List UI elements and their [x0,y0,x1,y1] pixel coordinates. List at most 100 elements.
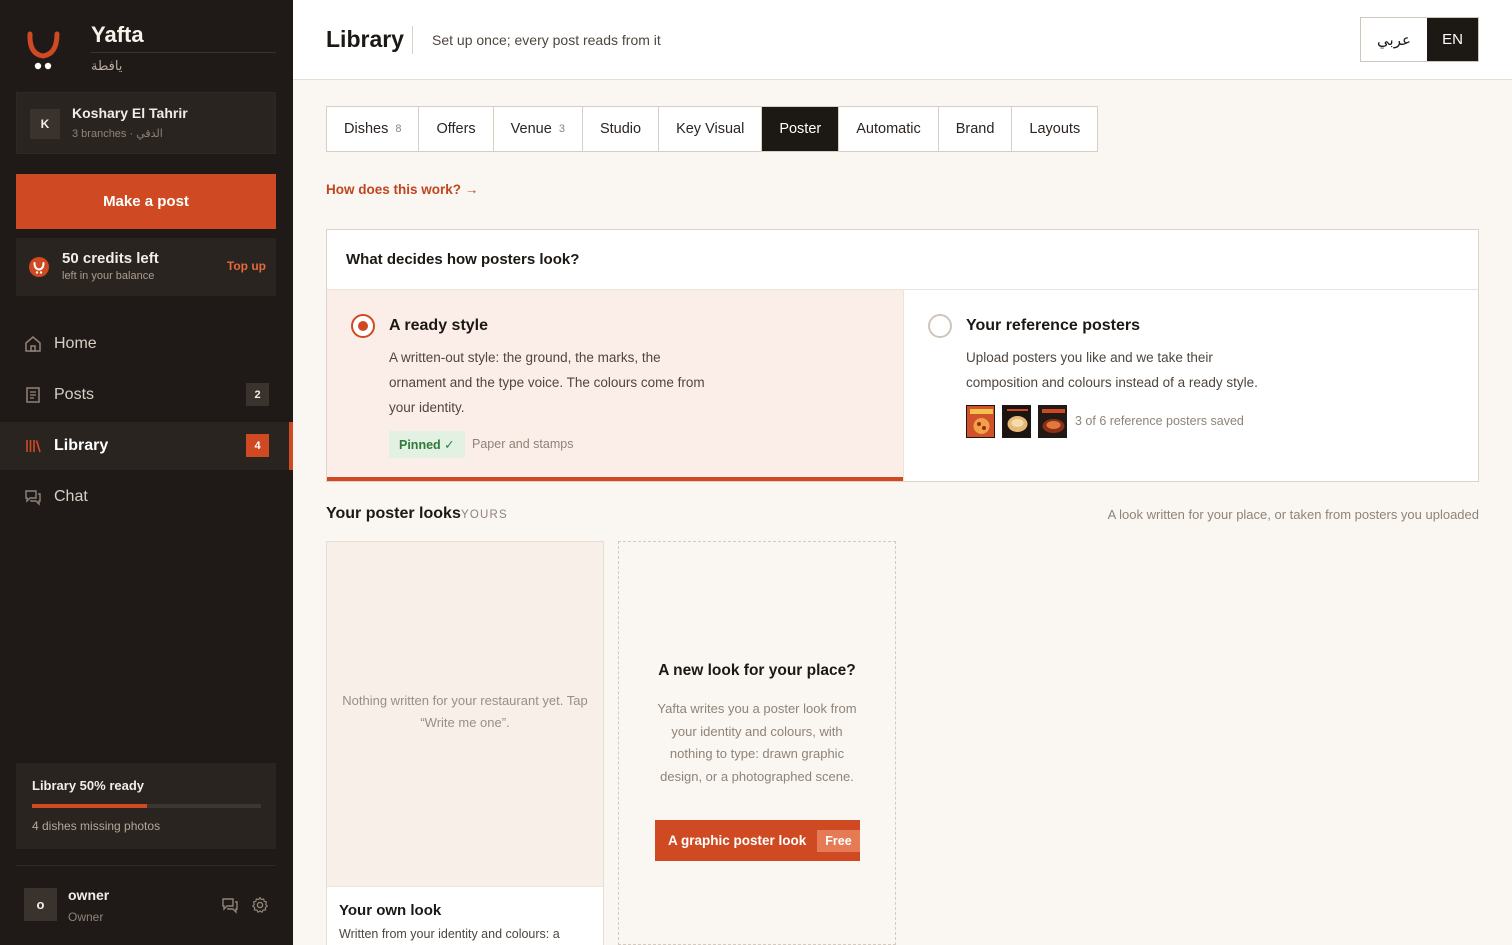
account-name: Koshary El Tahrir [72,105,188,121]
panel-header: What decides how posters look? [327,230,1478,290]
messages-icon[interactable] [221,896,239,914]
button-label: A graphic poster look [668,833,807,848]
own-look-card[interactable]: Nothing written for your restaurant yet.… [326,541,604,945]
language-arabic-button[interactable]: عربي [1361,18,1427,61]
pinned-style-name: Paper and stamps [472,437,574,451]
tab-studio[interactable]: Studio [583,107,660,151]
sidebar: Yafta يافطة K Koshary El Tahrir 3 branch… [0,0,293,945]
account-branches: 3 branches · الدقي [72,128,163,140]
top-up-link[interactable]: Top up [227,259,266,273]
tab-label: Dishes [344,121,389,137]
option-description: A written-out style: the ground, the mar… [389,350,705,415]
library-progress-fill [32,804,147,808]
free-badge: Free [817,829,860,852]
credits-coin-icon [29,257,49,277]
how-it-works-link[interactable]: How does this work? → [326,182,478,197]
empty-state-text: Nothing written for your restaurant yet.… [342,693,588,730]
library-progress-title: Library 50% ready [32,778,145,793]
settings-gear-icon[interactable] [251,896,269,914]
card-title: Your own look [339,902,442,919]
section-tag: YOURS [461,509,508,521]
sidebar-item-library[interactable]: Library 4 [0,422,293,470]
reference-poster-thumbnail[interactable] [966,405,995,438]
home-icon [24,335,42,353]
tab-layouts[interactable]: Layouts [1012,107,1097,151]
user-divider [16,865,276,866]
tab-label: Venue [510,121,552,137]
library-progress-note: 4 dishes missing photos [32,819,161,833]
account-avatar: K [30,109,60,139]
tab-label: Layouts [1029,121,1081,137]
reference-poster-thumbnail[interactable] [1038,405,1067,438]
library-progress-card[interactable]: Library 50% ready 4 dishes missing photo… [16,763,276,849]
tab-count: 8 [395,123,402,135]
panel-question: What decides how posters look? [346,251,580,268]
credits-count: 50 credits left [62,250,159,267]
card-title: A new look for your place? [658,662,856,679]
yafta-logo-icon [27,31,60,70]
tab-label: Brand [955,121,995,137]
tab-venue[interactable]: Venue 3 [494,107,583,151]
page-header: Library Set up once; every post reads fr… [293,0,1512,80]
tab-label: Poster [779,121,822,137]
pinned-badge: Pinned ✓ [389,431,465,458]
tab-dishes[interactable]: Dishes 8 [327,107,420,151]
title-divider [412,26,413,54]
user-avatar: o [24,888,57,921]
language-switch: عربي EN [1360,17,1479,62]
library-progress-bar [32,804,261,808]
chat-icon [24,488,42,506]
sidebar-item-chat[interactable]: Chat [0,473,293,521]
reference-posters-radio[interactable] [928,314,952,338]
library-count-badge: 4 [246,434,269,457]
ready-style-radio[interactable] [351,314,375,338]
credits-card: 50 credits left left in your balance Top… [16,238,276,296]
posts-icon [24,386,42,404]
ready-style-option[interactable]: A ready style A written-out style: the g… [327,290,903,481]
brand-divider [91,52,276,53]
sidebar-item-posts[interactable]: Posts 2 [0,371,293,419]
user-role: Owner [68,910,104,924]
library-icon [24,437,42,455]
option-title: Your reference posters [966,317,1140,334]
reference-poster-thumbnail[interactable] [1002,405,1031,438]
graphic-poster-look-button[interactable]: A graphic poster look Free [655,820,860,861]
reference-posters-option[interactable]: Your reference posters Upload posters yo… [903,290,1478,481]
brand-name: Yafta [91,22,144,47]
sidebar-item-label: Home [54,335,97,352]
card-footer: Your own look Written from your identity… [327,886,603,945]
brand-arabic-name: يافطة [91,58,123,73]
poster-style-panel: What decides how posters look? A ready s… [326,229,1479,482]
tab-offers[interactable]: Offers [419,107,494,151]
sidebar-item-label: Chat [54,488,88,505]
make-post-button[interactable]: Make a post [16,174,276,229]
tab-automatic[interactable]: Automatic [839,107,939,151]
sidebar-item-label: Posts [54,386,95,403]
tab-label: Offers [436,121,476,137]
section-hint: A look written for your place, or taken … [1107,507,1479,522]
language-english-button[interactable]: EN [1427,18,1478,61]
reference-count: 3 of 6 reference posters saved [1075,414,1244,428]
credits-caption: left in your balance [62,270,155,282]
tab-count: 3 [558,123,565,135]
library-tabs: Dishes 8 Offers Venue 3 Studio Key Visual … [326,106,1099,152]
new-look-card: A new look for your place? Yafta writes … [618,541,896,945]
card-description: Yafta writes you a poster look from your… [657,701,857,784]
tab-key-visual[interactable]: Key Visual [659,107,763,151]
tab-poster[interactable]: Poster [762,107,840,151]
posts-count-badge: 2 [246,383,269,406]
page-subtitle: Set up once; every post reads from it [432,32,661,48]
page-title: Library [326,26,404,52]
option-description: Upload posters you like and we take thei… [966,350,1258,390]
tab-label: Automatic [856,121,921,137]
user-name: owner [68,887,110,903]
section-title: Your poster looks [326,505,461,522]
account-switcher[interactable]: K Koshary El Tahrir 3 branches · الدقي [16,92,276,154]
option-title: A ready style [389,317,489,334]
sidebar-item-home[interactable]: Home [0,320,293,368]
reference-thumbnails [966,405,1067,438]
tab-label: Key Visual [676,121,745,137]
card-description: Written from your identity and colours: … [339,927,560,941]
tab-label: Studio [599,121,642,137]
tab-brand[interactable]: Brand [939,107,1013,151]
